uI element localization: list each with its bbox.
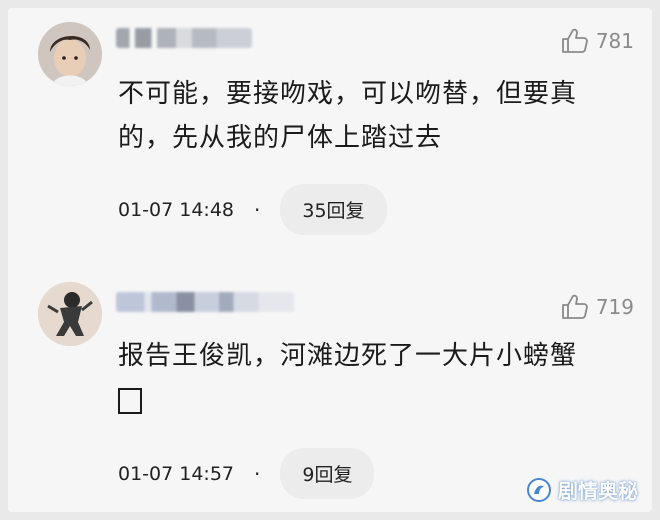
thumbs-up-icon[interactable] [560, 292, 590, 322]
like-counter[interactable]: 781 [560, 26, 634, 56]
comment-text: 不可能，要接吻戏，可以吻替，但要真 的，先从我的尸体上踏过去 [118, 72, 628, 160]
like-count: 781 [595, 29, 634, 53]
comment-text-line: 不可能，要接吻戏，可以吻替，但要真 [118, 79, 578, 109]
placeholder-box-icon [118, 388, 142, 414]
like-counter[interactable]: 719 [560, 292, 634, 322]
thumbs-up-icon[interactable] [560, 26, 590, 56]
separator-dot: · [254, 461, 261, 486]
like-count: 719 [595, 295, 634, 319]
comment-text-line: 的，先从我的尸体上踏过去 [118, 123, 443, 153]
avatar[interactable] [38, 22, 102, 86]
wave-logo-icon [527, 477, 551, 502]
reply-button[interactable]: 35回复 [280, 184, 387, 235]
comment-meta: 01-07 14:57 · 9回复 [118, 448, 375, 499]
avatar-image [38, 22, 102, 86]
watermark-text: 剧情奥秘 [558, 479, 638, 503]
watermark: 剧情奥秘 [526, 475, 638, 504]
box-glyph [118, 378, 628, 428]
username-blurred[interactable] [116, 28, 252, 48]
comment-text: 报告王俊凯，河滩边死了一大片小螃蟹 [118, 334, 628, 428]
avatar-image [38, 282, 102, 346]
comment-text-line: 报告王俊凯，河滩边死了一大片小螃蟹 [118, 341, 578, 371]
comment-meta: 01-07 14:48 · 35回复 [118, 184, 387, 235]
comments-panel: 781 不可能，要接吻戏，可以吻替，但要真 的，先从我的尸体上踏过去 01-07… [8, 8, 652, 512]
comment-time: 01-07 14:48 [118, 198, 235, 221]
comment-time: 01-07 14:57 [118, 462, 235, 485]
username-blurred[interactable] [116, 292, 294, 312]
reply-button[interactable]: 9回复 [280, 448, 375, 499]
separator-dot: · [254, 197, 261, 222]
avatar[interactable] [38, 282, 102, 346]
